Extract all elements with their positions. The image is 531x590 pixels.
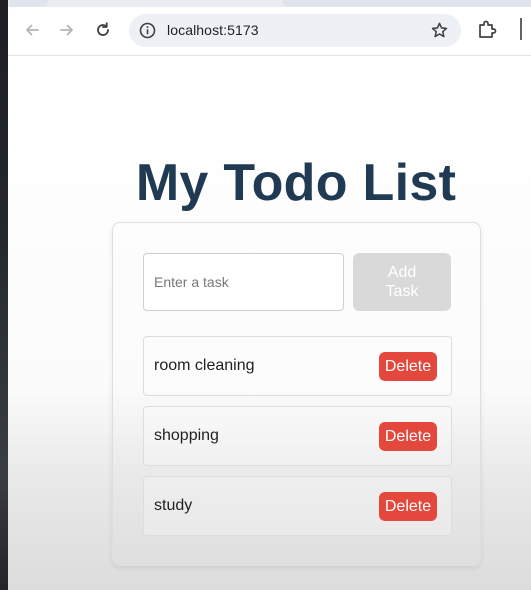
page-title: My Todo List xyxy=(135,154,457,212)
bookmark-star-icon[interactable] xyxy=(430,21,449,40)
extensions-puzzle-icon[interactable] xyxy=(476,18,498,40)
browser-toolbar: localhost:5173 xyxy=(8,0,531,56)
add-task-button[interactable]: Add Task xyxy=(353,253,451,311)
task-list: room cleaning Delete shopping Delete stu… xyxy=(143,336,452,546)
site-info-icon[interactable] xyxy=(139,22,156,39)
reload-icon xyxy=(97,22,109,36)
todo-card: Add Task room cleaning Delete shopping D… xyxy=(112,222,481,566)
forward-button[interactable] xyxy=(51,14,83,46)
page-content: My Todo List Add Task room cleaning Dele… xyxy=(8,56,531,590)
tab-strip-left xyxy=(10,0,48,7)
desktop-window-edge xyxy=(0,0,8,590)
toolbar-separator xyxy=(520,18,522,40)
tab-strip-right xyxy=(282,0,531,7)
task-item: study Delete xyxy=(143,476,452,536)
back-arrow-icon xyxy=(26,24,39,36)
task-text: study xyxy=(154,497,193,514)
task-input[interactable] xyxy=(143,253,344,311)
back-button[interactable] xyxy=(16,14,48,46)
task-item: room cleaning Delete xyxy=(143,336,452,396)
task-text: shopping xyxy=(154,427,219,444)
task-item: shopping Delete xyxy=(143,406,452,466)
task-text: room cleaning xyxy=(154,357,255,374)
forward-arrow-icon xyxy=(60,24,73,36)
delete-button[interactable]: Delete xyxy=(379,422,437,451)
delete-button[interactable]: Delete xyxy=(379,492,437,521)
url-text[interactable]: localhost:5173 xyxy=(167,22,259,38)
address-bar[interactable]: localhost:5173 xyxy=(129,14,461,47)
reload-button[interactable] xyxy=(87,14,119,46)
delete-button[interactable]: Delete xyxy=(379,352,437,381)
